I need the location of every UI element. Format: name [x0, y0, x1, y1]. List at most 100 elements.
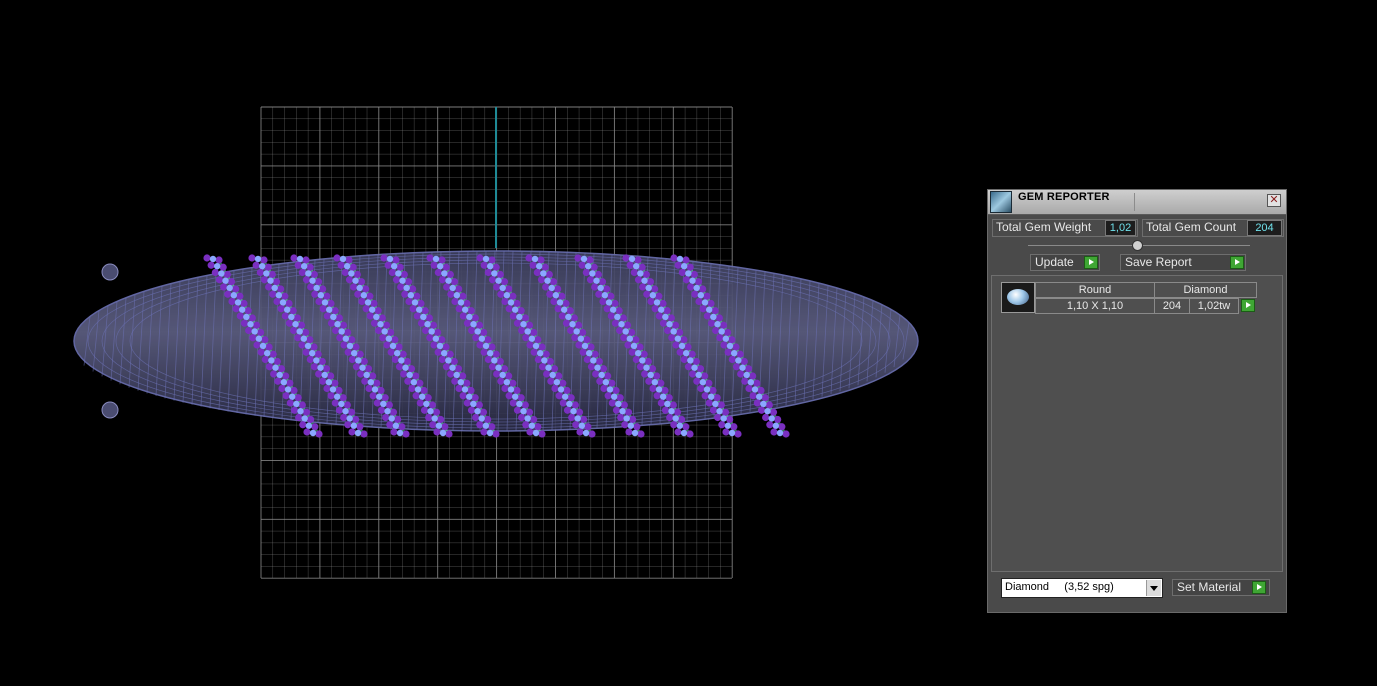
gem-purple	[705, 379, 713, 387]
gem-purple	[335, 386, 343, 395]
gem-purple	[362, 305, 370, 313]
gem-purple	[666, 413, 674, 422]
gem-blue	[585, 350, 593, 357]
gem-purple	[428, 401, 436, 409]
gem-blue	[230, 292, 238, 299]
gem-blue	[561, 393, 569, 400]
gem-blue	[275, 292, 283, 299]
gem-blue	[582, 429, 590, 437]
gem-blue	[641, 277, 648, 284]
gem-purple	[753, 379, 761, 387]
gem-purple	[774, 415, 782, 424]
gem-blue	[441, 270, 448, 277]
gem-purple	[282, 392, 290, 400]
gem-blue	[728, 429, 736, 437]
gem-weight: 1,02tw	[1189, 298, 1239, 314]
chevron-down-icon[interactable]	[1146, 580, 1161, 596]
gem-purple	[426, 254, 434, 262]
gem-purple	[454, 365, 463, 373]
close-icon[interactable]: ✕	[1267, 194, 1281, 207]
gem-purple	[302, 348, 310, 356]
gem-blue	[764, 408, 771, 415]
gem-purple	[749, 392, 757, 400]
gem-purple	[331, 399, 339, 407]
gem-blue	[574, 415, 581, 422]
save-report-go-icon[interactable]	[1230, 256, 1244, 269]
ring-model-view[interactable]	[0, 0, 980, 681]
gem-purple	[344, 328, 352, 337]
gem-blue	[557, 386, 565, 393]
material-select[interactable]: Diamond (3,52 spg)	[1001, 578, 1163, 598]
gem-purple	[366, 312, 374, 320]
panel-titlebar[interactable]: GEM REPORTER ✕	[988, 190, 1286, 215]
gem-purple	[570, 314, 578, 322]
gem-blue	[263, 350, 271, 357]
gem-purple	[450, 278, 459, 286]
gem-purple	[348, 355, 356, 364]
gem-purple	[420, 406, 429, 414]
gem-purple	[522, 421, 530, 429]
gem-purple	[484, 415, 492, 424]
gem-purple	[676, 348, 684, 356]
set-material-go-icon[interactable]	[1252, 581, 1266, 594]
gem-purple	[443, 283, 451, 291]
gem-blue	[516, 400, 523, 408]
gem-purple	[538, 363, 547, 371]
gem-purple	[344, 421, 352, 429]
gem-purple	[625, 428, 633, 436]
gem-purple	[680, 336, 688, 344]
gem-purple	[384, 261, 392, 269]
gem-purple	[541, 263, 549, 271]
gem-purple	[399, 350, 407, 358]
gem-purple	[620, 334, 628, 342]
gem-purple	[463, 319, 472, 327]
gem-purple	[737, 370, 745, 378]
gem-blue	[356, 284, 363, 292]
splitter-handle[interactable]	[1132, 240, 1143, 251]
gem-purple	[689, 370, 697, 378]
gem-purple	[571, 401, 579, 409]
gem-purple	[341, 268, 349, 277]
gem-purple	[480, 328, 488, 337]
gem-purple	[678, 415, 686, 424]
gem-purple	[389, 408, 398, 416]
gem-purple	[402, 430, 410, 438]
gem-purple	[421, 307, 429, 315]
gem-blue	[623, 415, 630, 422]
gem-blue	[520, 408, 527, 415]
gem-purple	[509, 379, 517, 387]
gem-purple	[661, 406, 670, 414]
gem-purple	[587, 363, 596, 371]
gem-row-go-icon[interactable]	[1241, 299, 1255, 312]
gem-purple	[257, 328, 265, 337]
update-go-icon[interactable]	[1084, 256, 1098, 269]
gem-blue	[470, 400, 477, 408]
gem-purple	[492, 263, 500, 271]
gem-blue	[209, 255, 217, 263]
gem-blue	[682, 350, 690, 357]
gem-purple	[392, 256, 400, 264]
gem-blue	[272, 364, 279, 371]
gem-purple	[603, 305, 611, 313]
gem-blue	[615, 400, 622, 408]
gem-purple	[580, 415, 588, 424]
gem-blue	[375, 393, 383, 400]
gem-purple	[594, 270, 602, 279]
gem-purple	[628, 328, 636, 337]
gem-blue	[367, 379, 375, 386]
gem-purple	[318, 357, 326, 366]
gem-purple	[598, 278, 607, 286]
gem-purple	[550, 365, 559, 373]
gem-list[interactable]: Round 1,10 X 1,10 Diamond 204 1,02tw	[991, 275, 1283, 572]
viewport-3d[interactable]	[0, 0, 980, 681]
gem-purple	[500, 365, 509, 373]
gem-purple	[563, 386, 571, 395]
gem-purple	[340, 413, 348, 422]
gem-purple	[761, 394, 769, 402]
gem-purple	[314, 350, 322, 358]
gem-purple	[459, 312, 467, 320]
gem-purple	[375, 326, 383, 335]
save-report-button[interactable]: Save Report	[1120, 254, 1246, 271]
gem-blue	[402, 364, 409, 371]
gem-purple	[583, 336, 591, 344]
